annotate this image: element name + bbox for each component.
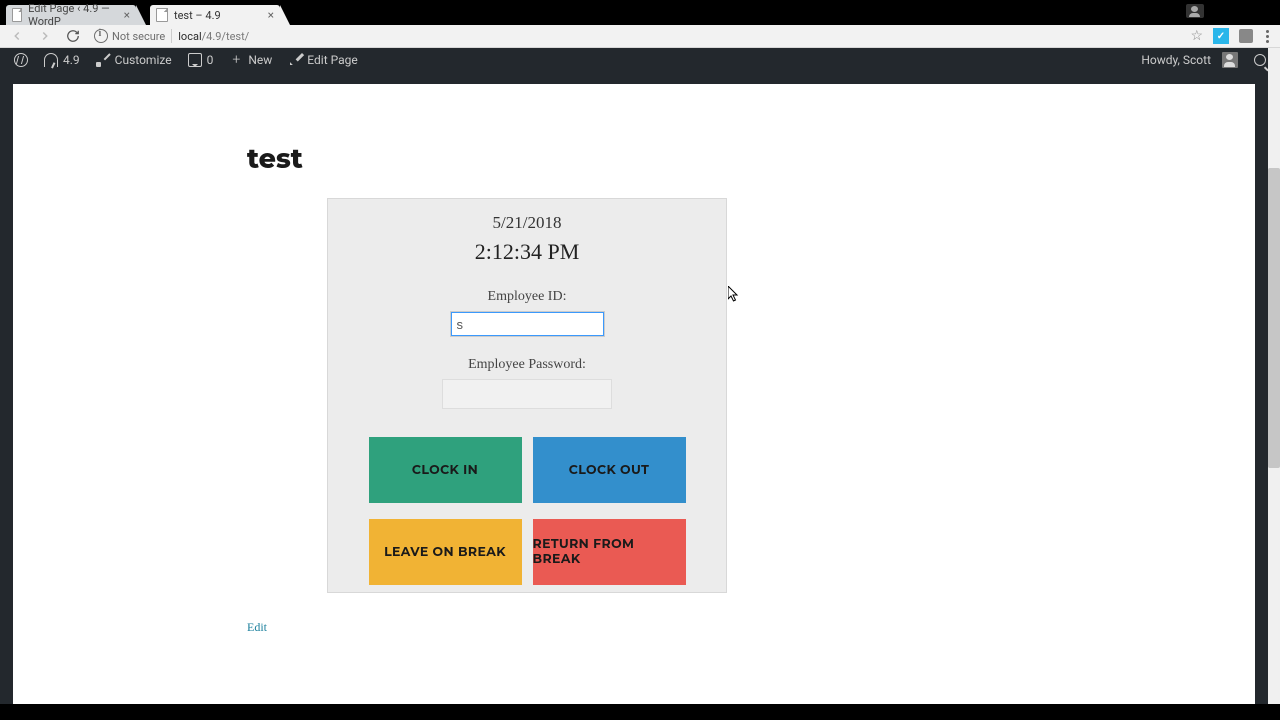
- current-date: 5/21/2018: [493, 213, 562, 233]
- clock-out-button[interactable]: CLOCK OUT: [533, 437, 686, 503]
- customize-button[interactable]: Customize: [88, 48, 180, 72]
- pencil-icon: [288, 53, 302, 67]
- comment-icon: [188, 53, 202, 67]
- back-button[interactable]: [8, 27, 26, 45]
- divider: [171, 29, 172, 43]
- tab-shape-end: [280, 5, 290, 25]
- button-grid: CLOCK IN CLOCK OUT LEAVE ON BREAK RETURN…: [369, 437, 686, 585]
- close-icon[interactable]: ×: [268, 8, 274, 22]
- clock-in-button[interactable]: CLOCK IN: [369, 437, 522, 503]
- tab-test[interactable]: test – 4.9 ×: [150, 5, 280, 25]
- edit-link[interactable]: Edit: [247, 620, 267, 635]
- forward-button[interactable]: [36, 27, 54, 45]
- employee-id-input[interactable]: [450, 311, 605, 337]
- close-icon[interactable]: ×: [124, 8, 130, 22]
- bookmark-icon[interactable]: ☆: [1190, 28, 1203, 44]
- extension-icon[interactable]: ✓: [1213, 28, 1229, 44]
- tab-edit-page[interactable]: Edit Page ‹ 4.9 — WordP ×: [6, 5, 136, 25]
- reload-button[interactable]: [64, 27, 82, 45]
- wordpress-icon: [14, 53, 28, 67]
- vertical-scrollbar[interactable]: [1268, 48, 1280, 704]
- howdy-button[interactable]: Howdy, Scott: [1133, 48, 1246, 72]
- dashboard-icon: [44, 53, 58, 67]
- timeclock-widget: 5/21/2018 2:12:34 PM Employee ID: Employ…: [327, 198, 727, 593]
- content-viewport: test 5/21/2018 2:12:34 PM Employee ID: E…: [0, 72, 1268, 704]
- avatar-icon: [1222, 52, 1238, 68]
- url-host: local: [178, 30, 201, 43]
- scrollbar-thumb[interactable]: [1268, 168, 1280, 468]
- file-icon: [156, 8, 168, 22]
- browser-tabstrip: Edit Page ‹ 4.9 — WordP × test – 4.9 ×: [0, 5, 1280, 25]
- info-icon: [94, 29, 108, 43]
- wp-admin-bar: 4.9 Customize 0 + New Edit Page Howdy, Sc…: [0, 48, 1280, 72]
- security-status: Not secure: [112, 30, 165, 43]
- brush-icon: [96, 53, 110, 67]
- current-time: 2:12:34 PM: [475, 239, 580, 265]
- new-label: New: [248, 53, 272, 67]
- tab-title: test – 4.9: [174, 9, 221, 22]
- new-button[interactable]: + New: [221, 48, 280, 72]
- arrow-left-icon: [10, 29, 24, 43]
- edit-page-label: Edit Page: [307, 53, 357, 67]
- site-name-button[interactable]: 4.9: [36, 48, 88, 72]
- extension-icon[interactable]: [1239, 29, 1253, 43]
- comments-button[interactable]: 0: [180, 48, 222, 72]
- site-name: 4.9: [63, 53, 80, 67]
- menu-icon[interactable]: [1263, 30, 1272, 43]
- employee-id-label: Employee ID:: [488, 289, 567, 305]
- employee-password-label: Employee Password:: [468, 357, 586, 373]
- customize-label: Customize: [115, 53, 172, 67]
- tab-shape-end: [136, 5, 146, 25]
- page-body: test 5/21/2018 2:12:34 PM Employee ID: E…: [13, 84, 1255, 704]
- edit-page-button[interactable]: Edit Page: [280, 48, 365, 72]
- reload-icon: [66, 29, 80, 43]
- file-icon: [12, 8, 22, 22]
- window-bottom-border: [0, 704, 1280, 720]
- employee-password-input[interactable]: [442, 379, 612, 409]
- leave-on-break-button[interactable]: LEAVE ON BREAK: [369, 519, 522, 585]
- comment-count: 0: [207, 53, 214, 67]
- url-path: /4.9/test/: [202, 30, 250, 43]
- return-from-break-button[interactable]: RETURN FROM BREAK: [533, 519, 686, 585]
- page-title: test: [247, 142, 303, 175]
- howdy-text: Howdy, Scott: [1141, 53, 1211, 67]
- plus-icon: +: [229, 53, 243, 67]
- address-bar[interactable]: Not secure local/4.9/test/: [94, 27, 1182, 45]
- search-icon: [1254, 54, 1266, 66]
- wp-logo-button[interactable]: [6, 48, 36, 72]
- arrow-right-icon: [38, 29, 52, 43]
- browser-toolbar: Not secure local/4.9/test/ ☆ ✓: [0, 25, 1280, 48]
